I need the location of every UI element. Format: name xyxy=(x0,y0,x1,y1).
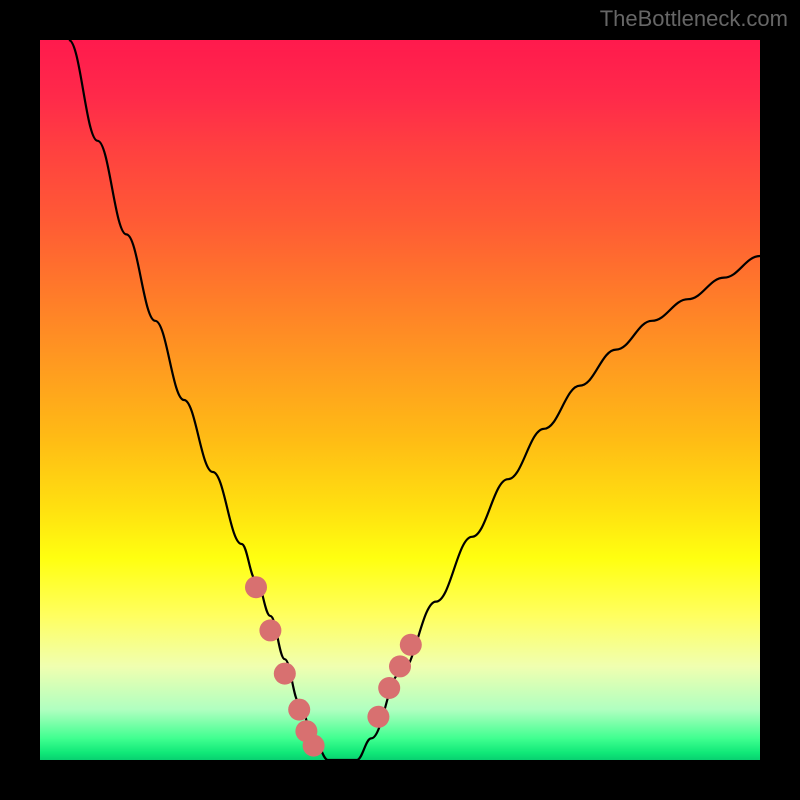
highlight-dot xyxy=(367,706,389,728)
highlight-dot xyxy=(303,735,325,757)
highlight-dots-left xyxy=(245,576,325,756)
watermark-text: TheBottleneck.com xyxy=(600,6,788,32)
highlight-dot xyxy=(245,576,267,598)
highlight-dot xyxy=(378,677,400,699)
chart-svg xyxy=(40,40,760,760)
highlight-dots-right xyxy=(367,634,421,728)
highlight-dot xyxy=(259,619,281,641)
highlight-dot xyxy=(400,634,422,656)
highlight-dot xyxy=(274,663,296,685)
highlight-dot xyxy=(389,655,411,677)
highlight-dot xyxy=(288,699,310,721)
